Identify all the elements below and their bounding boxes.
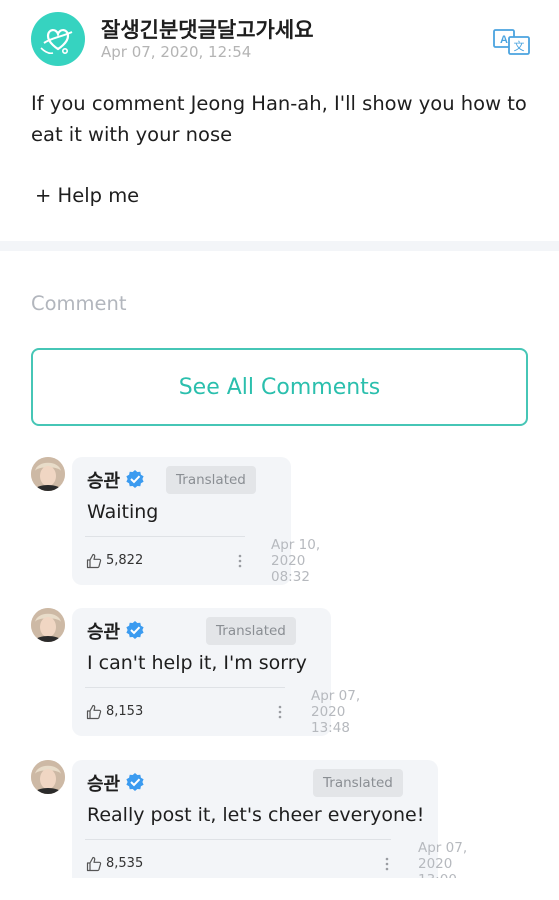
commenter-photo <box>31 457 65 491</box>
comment-item: 승관 Translated Really post it, let's chee… <box>31 760 481 888</box>
see-all-comments-button[interactable]: See All Comments <box>31 348 528 426</box>
thumbs-up-icon[interactable] <box>86 553 102 569</box>
bottom-edge <box>0 878 559 900</box>
post-header: 잘생긴분댓글달고가세요 Apr 07, 2020, 12:54 A 文 <box>31 12 531 68</box>
comment-date: Apr 10, 2020 08:32 <box>271 537 321 585</box>
translate-button[interactable]: A 文 <box>493 28 531 56</box>
thumbs-up-icon[interactable] <box>86 856 102 872</box>
like-count: 8,153 <box>106 704 144 719</box>
heart-scribble-icon <box>40 29 73 55</box>
comment-item: 승관 Translated I can't help it, I'm sorry… <box>31 608 371 736</box>
author-avatar[interactable] <box>31 12 85 66</box>
post-date: Apr 07, 2020, 12:54 <box>101 43 252 61</box>
translated-badge: Translated <box>313 769 403 797</box>
comment-text: Waiting <box>87 501 159 523</box>
commenter-avatar[interactable] <box>31 608 65 642</box>
commenter-photo <box>31 608 65 642</box>
commenter-avatar[interactable] <box>31 760 65 794</box>
svg-text:A: A <box>500 34 508 46</box>
commenter-photo <box>31 760 65 794</box>
comment-separator <box>85 536 245 537</box>
like-count: 5,822 <box>106 553 144 568</box>
commenter-name[interactable]: 승관 <box>87 618 120 644</box>
comment-text: I can't help it, I'm sorry <box>87 652 307 674</box>
comment-text: Really post it, let's cheer everyone! <box>87 804 425 826</box>
thumbs-up-icon[interactable] <box>86 704 102 720</box>
comment-bubble: 승관 Translated I can't help it, I'm sorry… <box>72 608 331 736</box>
commenter-avatar[interactable] <box>31 457 65 491</box>
comment-heading: Comment <box>31 292 127 315</box>
like-count: 8,535 <box>106 856 144 871</box>
commenter-name[interactable]: 승관 <box>87 467 120 493</box>
comment-bubble: 승관 Translated Really post it, let's chee… <box>72 760 438 888</box>
more-options-icon[interactable] <box>237 553 243 569</box>
translated-badge: Translated <box>206 617 296 645</box>
comment-bubble: 승관 Translated Waiting 5,822 <box>72 457 291 585</box>
commenter-name[interactable]: 승관 <box>87 770 120 796</box>
author-name[interactable]: 잘생긴분댓글달고가세요 <box>101 14 314 44</box>
comment-separator <box>85 839 391 840</box>
help-me-button[interactable]: + Help me <box>35 184 139 207</box>
svg-text:文: 文 <box>514 39 525 53</box>
comment-separator <box>85 687 285 688</box>
more-options-icon[interactable] <box>277 704 283 720</box>
more-options-icon[interactable] <box>384 856 390 872</box>
comment-date: Apr 07, 2020 13:48 <box>311 688 361 736</box>
translate-icon: A 文 <box>493 29 530 55</box>
verified-badge-icon <box>126 621 144 639</box>
translated-badge: Translated <box>166 466 256 494</box>
verified-badge-icon <box>126 470 144 488</box>
verified-badge-icon <box>126 773 144 791</box>
section-divider <box>0 241 559 251</box>
comment-item: 승관 Translated Waiting 5,822 Apr 10, 2020… <box>31 457 331 585</box>
post-body: If you comment Jeong Han-ah, I'll show y… <box>31 92 527 146</box>
